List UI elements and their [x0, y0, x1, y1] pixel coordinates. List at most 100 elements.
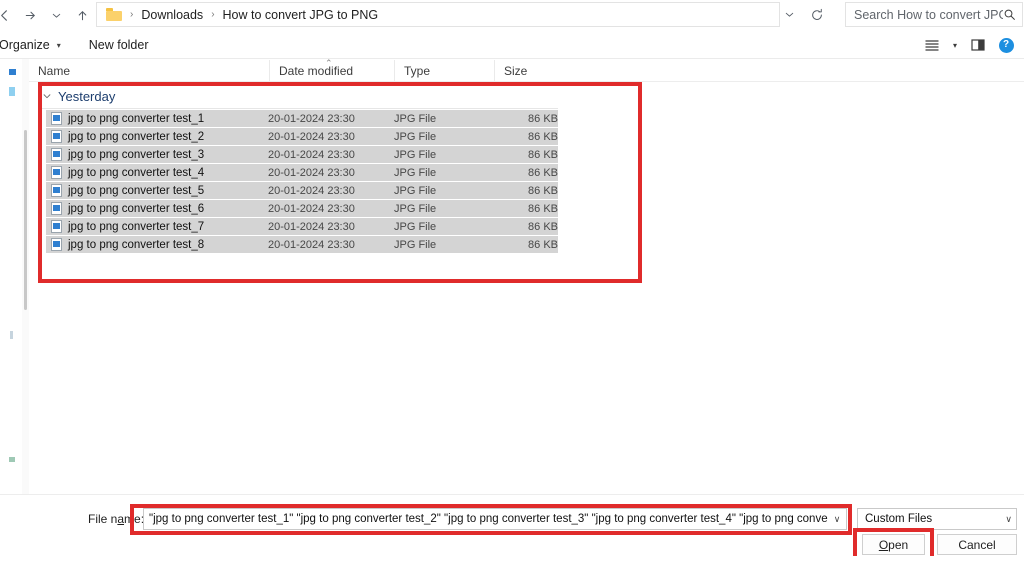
- chevron-down-icon[interactable]: ∨: [828, 514, 846, 525]
- table-row[interactable]: jpg to png converter test_5 20-01-2024 23…: [46, 182, 558, 200]
- table-row[interactable]: jpg to png converter test_7 20-01-2024 23…: [46, 218, 558, 236]
- jpg-file-icon: [51, 130, 62, 143]
- breadcrumb: › Downloads › How to convert JPG to PNG: [97, 3, 380, 26]
- file-type-cell: JPG File: [394, 202, 437, 215]
- column-header-divider: [29, 81, 1024, 82]
- file-type-select[interactable]: Custom Files ∨: [857, 508, 1017, 530]
- recent-locations-button[interactable]: [43, 2, 69, 28]
- file-type-cell: JPG File: [394, 130, 437, 143]
- cancel-button[interactable]: Cancel: [937, 534, 1017, 555]
- help-icon-label: ?: [998, 37, 1014, 53]
- nav-pane-item-icon[interactable]: [6, 454, 18, 466]
- breadcrumb-separator: ›: [130, 8, 134, 20]
- breadcrumb-item-current-folder[interactable]: How to convert JPG to PNG: [221, 8, 381, 22]
- jpg-file-icon: [51, 148, 62, 161]
- organize-label: Organize: [0, 38, 50, 52]
- file-name-text: jpg to png converter test_4: [68, 166, 205, 179]
- file-name-cell: jpg to png converter test_4: [46, 166, 268, 179]
- file-size-cell: 86 KB: [528, 148, 558, 161]
- preview-pane-icon[interactable]: [965, 33, 991, 57]
- file-name-text: jpg to png converter test_8: [68, 238, 205, 251]
- address-dropdown-icon[interactable]: [778, 4, 800, 25]
- back-button[interactable]: [0, 2, 17, 28]
- forward-button[interactable]: [17, 2, 43, 28]
- file-name-cell: jpg to png converter test_5: [46, 184, 268, 197]
- group-header-label: Yesterday: [58, 88, 116, 104]
- column-header-size[interactable]: Size: [494, 60, 564, 81]
- file-name-text: jpg to png converter test_5: [68, 184, 205, 197]
- toolbar-right-group: ▾ ?: [919, 31, 1018, 59]
- nav-pane-item-icon[interactable]: [6, 86, 18, 98]
- file-name-cell: jpg to png converter test_6: [46, 202, 268, 215]
- nav-pane-item-icon[interactable]: [6, 67, 18, 79]
- group-header-yesterday[interactable]: Yesterday: [42, 86, 115, 106]
- file-name-text: jpg to png converter test_1: [68, 112, 205, 125]
- file-list: jpg to png converter test_1 20-01-2024 23…: [46, 110, 558, 254]
- jpg-file-icon: [51, 112, 62, 125]
- search-input[interactable]: Search How to convert JPG to...: [854, 8, 1003, 22]
- file-date-cell: 20-01-2024 23:30: [268, 202, 355, 215]
- file-name-text: jpg to png converter test_3: [68, 148, 205, 161]
- chevron-down-icon[interactable]: [42, 91, 52, 101]
- file-date-cell: 20-01-2024 23:30: [268, 238, 355, 251]
- column-header-row: Name Date modified Type Size: [29, 60, 1024, 81]
- file-name-input[interactable]: "jpg to png converter test_1" "jpg to pn…: [143, 508, 847, 530]
- help-icon[interactable]: ?: [994, 33, 1018, 57]
- file-name-label-post: me:: [124, 512, 145, 526]
- open-button[interactable]: Open: [862, 534, 925, 555]
- table-row[interactable]: jpg to png converter test_8 20-01-2024 23…: [46, 236, 558, 254]
- table-row[interactable]: jpg to png converter test_6 20-01-2024 23…: [46, 200, 558, 218]
- jpg-file-icon: [51, 238, 62, 251]
- file-type-cell: JPG File: [394, 238, 437, 251]
- file-name-label-pre: File n: [88, 512, 118, 526]
- nav-pane-item-icon[interactable]: [6, 329, 18, 341]
- cancel-button-label: Cancel: [958, 537, 996, 552]
- breadcrumb-item-downloads[interactable]: Downloads: [139, 8, 205, 22]
- table-row[interactable]: jpg to png converter test_2 20-01-2024 23…: [46, 128, 558, 146]
- sort-ascending-icon: ⌃: [325, 58, 333, 68]
- group-header-divider: [42, 108, 558, 109]
- file-date-cell: 20-01-2024 23:30: [268, 220, 355, 233]
- breadcrumb-bar[interactable]: › Downloads › How to convert JPG to PNG: [96, 2, 780, 27]
- new-folder-label: New folder: [88, 38, 149, 52]
- navigation-pane-scrollbar[interactable]: [24, 130, 27, 310]
- chevron-down-icon[interactable]: ▾: [948, 41, 962, 50]
- file-type-cell: JPG File: [394, 112, 437, 125]
- column-header-name[interactable]: Name: [29, 60, 269, 81]
- file-type-cell: JPG File: [394, 220, 437, 233]
- open-button-label: pen: [888, 537, 909, 552]
- table-row[interactable]: jpg to png converter test_3 20-01-2024 23…: [46, 146, 558, 164]
- file-name-text: jpg to png converter test_6: [68, 202, 205, 215]
- navigation-pane[interactable]: [0, 59, 22, 521]
- new-folder-button[interactable]: New folder: [82, 33, 156, 57]
- organize-button[interactable]: Organize ▾: [0, 33, 68, 57]
- column-header-type[interactable]: Type: [394, 60, 494, 81]
- file-type-value: Custom Files: [865, 513, 933, 525]
- refresh-icon[interactable]: [806, 4, 828, 25]
- list-view-icon[interactable]: [919, 33, 945, 57]
- up-button[interactable]: [69, 2, 95, 28]
- file-date-cell: 20-01-2024 23:30: [268, 130, 355, 143]
- chevron-down-icon[interactable]: ∨: [1005, 514, 1012, 525]
- file-type-cell: JPG File: [394, 148, 437, 161]
- file-name-cell: jpg to png converter test_8: [46, 238, 268, 251]
- jpg-file-icon: [51, 220, 62, 233]
- file-name-cell: jpg to png converter test_7: [46, 220, 268, 233]
- search-icon: [1003, 8, 1016, 21]
- file-size-cell: 86 KB: [528, 202, 558, 215]
- window-bottom-edge: [0, 556, 1024, 562]
- file-date-cell: 20-01-2024 23:30: [268, 166, 355, 179]
- search-box[interactable]: Search How to convert JPG to...: [845, 2, 1023, 27]
- table-row[interactable]: jpg to png converter test_4 20-01-2024 23…: [46, 164, 558, 182]
- file-name-value[interactable]: "jpg to png converter test_1" "jpg to pn…: [144, 513, 828, 525]
- file-date-cell: 20-01-2024 23:30: [268, 148, 355, 161]
- breadcrumb-separator: ›: [211, 8, 215, 20]
- table-row[interactable]: jpg to png converter test_1 20-01-2024 23…: [46, 110, 558, 128]
- jpg-file-icon: [51, 202, 62, 215]
- file-size-cell: 86 KB: [528, 112, 558, 125]
- file-name-cell: jpg to png converter test_1: [46, 112, 268, 125]
- jpg-file-icon: [51, 166, 62, 179]
- file-date-cell: 20-01-2024 23:30: [268, 184, 355, 197]
- file-size-cell: 86 KB: [528, 166, 558, 179]
- file-size-cell: 86 KB: [528, 130, 558, 143]
